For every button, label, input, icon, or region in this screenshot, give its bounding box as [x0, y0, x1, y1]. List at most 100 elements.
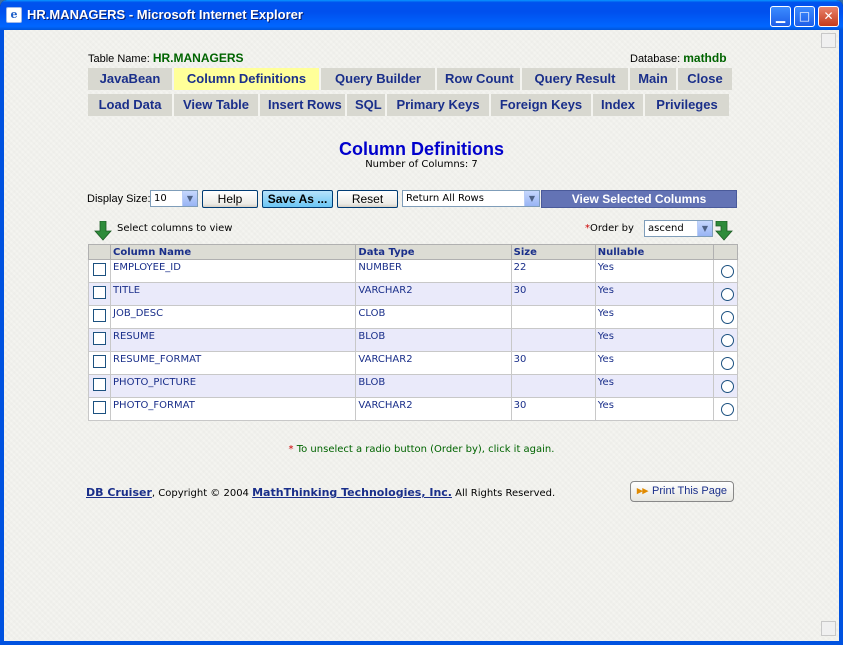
cell-column-name: PHOTO_PICTURE	[110, 374, 357, 398]
table-name-header: Table Name: HR.MANAGERS	[88, 51, 244, 65]
scrollbar-down[interactable]	[821, 621, 836, 636]
cell-nullable: Yes	[594, 351, 714, 375]
nav-privileges[interactable]: Privileges	[645, 94, 729, 116]
cell-order	[712, 282, 739, 306]
print-label: Print This Page	[652, 485, 728, 497]
cell-nullable: Yes	[594, 282, 714, 306]
cell-size: 30	[510, 282, 596, 306]
cell-size: 30	[510, 351, 596, 375]
row-select-checkbox[interactable]	[93, 401, 106, 414]
cell-select	[87, 374, 112, 398]
cell-column-name: RESUME	[110, 328, 357, 352]
cell-column-name: JOB_DESC	[110, 305, 357, 329]
cell-column-name: PHOTO_FORMAT	[110, 397, 357, 421]
table-name-value: HR.MANAGERS	[152, 51, 244, 65]
order-by-radio[interactable]	[720, 357, 734, 370]
display-size-select[interactable]: 10 ▼	[150, 190, 198, 207]
cell-order	[712, 397, 739, 421]
row-select-checkbox[interactable]	[93, 286, 106, 299]
header-size: Size	[510, 244, 596, 260]
row-select-checkbox[interactable]	[93, 332, 106, 345]
table-header-row: Column Name Data Type Size Nullable	[87, 244, 739, 260]
frame-right	[839, 30, 843, 645]
rows-select-value: Return All Rows	[406, 193, 484, 204]
copyright-text: , Copyright © 2004	[151, 488, 253, 499]
footer: DB Cruiser, Copyright © 2004 MathThinkin…	[86, 486, 555, 499]
maximize-button[interactable]: □	[794, 6, 815, 27]
print-page-button[interactable]: ▸▸ Print This Page	[630, 481, 734, 502]
nav-query-result[interactable]: Query Result	[522, 68, 630, 90]
table-row: EMPLOYEE_ID NUMBER 22 Yes	[87, 259, 739, 283]
nav-view-table[interactable]: View Table	[174, 94, 260, 116]
nav-insert-rows[interactable]: Insert Rows	[260, 94, 347, 116]
product-link[interactable]: DB Cruiser	[86, 486, 152, 499]
nav-primary-keys[interactable]: Primary Keys	[387, 94, 491, 116]
cell-data-type: VARCHAR2	[355, 351, 512, 375]
nav-load-data[interactable]: Load Data	[88, 94, 174, 116]
cell-data-type: VARCHAR2	[355, 397, 512, 421]
title-bar[interactable]: e HR.MANAGERS - Microsoft Internet Explo…	[0, 0, 843, 30]
nav-main[interactable]: Main	[630, 68, 678, 90]
help-button[interactable]: Help	[202, 190, 258, 208]
row-select-checkbox[interactable]	[93, 309, 106, 322]
forward-arrows-icon: ▸▸	[637, 485, 649, 497]
cell-nullable: Yes	[594, 328, 714, 352]
cell-select	[87, 259, 112, 283]
select-columns-label: Select columns to view	[117, 223, 233, 234]
table-row: RESUME_FORMAT VARCHAR2 30 Yes	[87, 351, 739, 375]
nav-foreign-keys[interactable]: Foreign Keys	[491, 94, 593, 116]
cell-column-name: EMPLOYEE_ID	[110, 259, 357, 283]
nav-row-count[interactable]: Row Count	[437, 68, 522, 90]
database-label: Database:	[630, 53, 681, 65]
nav-query-builder[interactable]: Query Builder	[321, 68, 437, 90]
page-title: Column Definitions	[339, 139, 504, 159]
table-row: PHOTO_FORMAT VARCHAR2 30 Yes	[87, 397, 739, 421]
table-row: RESUME BLOB Yes	[87, 328, 739, 352]
table-row: JOB_DESC CLOB Yes	[87, 305, 739, 329]
order-by-radio[interactable]	[720, 334, 734, 347]
save-as-button[interactable]: Save As ...	[262, 190, 333, 208]
green-arrow-down-icon	[715, 221, 733, 241]
row-select-checkbox[interactable]	[93, 355, 106, 368]
nav-index[interactable]: Index	[593, 94, 645, 116]
cell-order	[712, 374, 739, 398]
cell-nullable: Yes	[594, 305, 714, 329]
cell-select	[87, 305, 112, 329]
header-data-type: Data Type	[355, 244, 512, 260]
cell-column-name: TITLE	[110, 282, 357, 306]
order-by-radio[interactable]	[720, 265, 734, 278]
header-column-name: Column Name	[110, 244, 357, 260]
scrollbar-up[interactable]	[821, 33, 836, 48]
rights-text: All Rights Reserved.	[451, 488, 556, 499]
nav-javabean[interactable]: JavaBean	[88, 68, 174, 90]
cell-order	[712, 259, 739, 283]
minimize-button[interactable]: ▁	[770, 6, 791, 27]
row-select-checkbox[interactable]	[93, 263, 106, 276]
ie-icon: e	[6, 7, 22, 23]
order-by-radio[interactable]	[720, 288, 734, 301]
cell-select	[87, 328, 112, 352]
cell-order	[712, 328, 739, 352]
header-nullable: Nullable	[594, 244, 714, 260]
window-title: HR.MANAGERS - Microsoft Internet Explore…	[27, 7, 303, 22]
company-link[interactable]: MathThinking Technologies, Inc.	[252, 486, 452, 499]
reset-button[interactable]: Reset	[337, 190, 398, 208]
order-by-radio[interactable]	[720, 311, 734, 324]
cell-nullable: Yes	[594, 374, 714, 398]
order-by-label: *Order by	[585, 223, 634, 234]
order-by-radio[interactable]	[720, 380, 734, 393]
order-direction-select[interactable]: ascend ▼	[644, 220, 713, 237]
database-value: mathdb	[683, 51, 727, 65]
rows-select[interactable]: Return All Rows ▼	[402, 190, 540, 207]
row-select-checkbox[interactable]	[93, 378, 106, 391]
nav-sql[interactable]: SQL	[347, 94, 387, 116]
cell-size	[510, 328, 596, 352]
close-window-button[interactable]: ✕	[818, 6, 839, 27]
cell-size	[510, 374, 596, 398]
nav-column-definitions[interactable]: Column Definitions	[174, 68, 321, 90]
order-by-radio[interactable]	[720, 403, 734, 416]
nav-close[interactable]: Close	[678, 68, 732, 90]
order-by-text: Order by	[590, 223, 634, 234]
page-content: Table Name: HR.MANAGERS Database: mathdb…	[4, 30, 839, 641]
view-selected-columns-button[interactable]: View Selected Columns	[541, 190, 737, 208]
